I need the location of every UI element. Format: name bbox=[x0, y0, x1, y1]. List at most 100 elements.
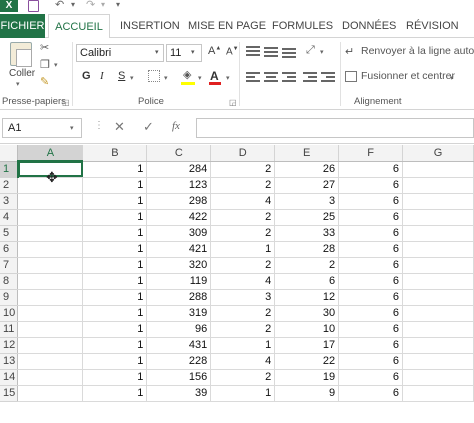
cell[interactable]: 6 bbox=[338, 193, 404, 210]
cell[interactable]: 298 bbox=[146, 193, 212, 210]
align-bottom-icon[interactable] bbox=[282, 46, 296, 58]
cell[interactable]: 25 bbox=[274, 209, 340, 226]
row-header[interactable]: 5 bbox=[0, 225, 19, 242]
cell[interactable]: 39 bbox=[146, 385, 212, 402]
select-all-corner[interactable] bbox=[0, 145, 19, 162]
cell[interactable]: 1 bbox=[82, 193, 148, 210]
cell[interactable] bbox=[402, 385, 474, 402]
tab-insertion[interactable]: INSERTION bbox=[120, 14, 180, 38]
cell[interactable]: 6 bbox=[338, 337, 404, 354]
align-left-icon[interactable] bbox=[246, 72, 260, 83]
cell[interactable] bbox=[402, 337, 474, 354]
cell[interactable]: 1 bbox=[210, 241, 276, 258]
merge-dropdown-icon[interactable]: ▾ bbox=[450, 74, 454, 82]
row-header[interactable]: 15 bbox=[0, 385, 19, 402]
cell[interactable]: 4 bbox=[210, 353, 276, 370]
cell[interactable]: 33 bbox=[274, 225, 340, 242]
cell[interactable]: 1 bbox=[82, 305, 148, 322]
align-center-icon[interactable] bbox=[264, 72, 278, 83]
cell[interactable]: 431 bbox=[146, 337, 212, 354]
row-header[interactable]: 12 bbox=[0, 337, 19, 354]
cut-icon[interactable]: ✂ bbox=[40, 41, 49, 54]
name-box-dropdown-icon[interactable]: ▾ bbox=[70, 124, 74, 132]
cell[interactable] bbox=[17, 337, 84, 354]
cell[interactable] bbox=[17, 225, 84, 242]
cell[interactable] bbox=[402, 241, 474, 258]
font-name-dropdown-icon[interactable]: ▾ bbox=[155, 48, 159, 56]
tab-accueil[interactable]: ACCUEIL bbox=[48, 14, 110, 39]
tab-formules[interactable]: FORMULES bbox=[272, 14, 333, 38]
cell[interactable]: 320 bbox=[146, 257, 212, 274]
paste-button-label[interactable]: Coller bbox=[9, 68, 35, 79]
align-middle-icon[interactable] bbox=[264, 46, 278, 57]
font-size-dropdown-icon[interactable]: ▾ bbox=[191, 48, 195, 56]
cell[interactable] bbox=[402, 353, 474, 370]
fill-color-icon[interactable]: ◈ bbox=[183, 68, 191, 81]
cell[interactable]: 2 bbox=[210, 369, 276, 386]
row-header[interactable]: 8 bbox=[0, 273, 19, 290]
cell[interactable]: 1 bbox=[82, 337, 148, 354]
cell[interactable]: 22 bbox=[274, 353, 340, 370]
cell[interactable] bbox=[17, 257, 84, 274]
cell[interactable]: 28 bbox=[274, 241, 340, 258]
redo-icon[interactable]: ↷ bbox=[86, 0, 98, 12]
cell[interactable]: 6 bbox=[338, 257, 404, 274]
cell[interactable]: 1 bbox=[210, 385, 276, 402]
column-header-c[interactable]: C bbox=[146, 145, 212, 162]
row-header[interactable]: 3 bbox=[0, 193, 19, 210]
row-header[interactable]: 4 bbox=[0, 209, 19, 226]
fill-color-dropdown-icon[interactable]: ▾ bbox=[198, 74, 202, 82]
cell[interactable] bbox=[402, 369, 474, 386]
font-color-icon[interactable]: A bbox=[210, 69, 219, 83]
row-header[interactable]: 6 bbox=[0, 241, 19, 258]
cell[interactable]: 1 bbox=[82, 385, 148, 402]
column-header-e[interactable]: E bbox=[274, 145, 340, 162]
borders-icon[interactable] bbox=[148, 70, 160, 82]
row-header[interactable]: 9 bbox=[0, 289, 19, 306]
tab-mise-en-page[interactable]: MISE EN PAGE bbox=[188, 14, 266, 38]
orientation-icon[interactable]: ⤢ bbox=[306, 44, 315, 57]
paste-dropdown-icon[interactable]: ▾ bbox=[16, 80, 20, 88]
cell[interactable]: 156 bbox=[146, 369, 212, 386]
cell[interactable]: 6 bbox=[338, 369, 404, 386]
cell[interactable]: 1 bbox=[210, 337, 276, 354]
cell[interactable] bbox=[17, 305, 84, 322]
cell[interactable]: 6 bbox=[338, 385, 404, 402]
cell[interactable] bbox=[17, 353, 84, 370]
increase-indent-icon[interactable] bbox=[321, 72, 335, 83]
cell[interactable]: 12 bbox=[274, 289, 340, 306]
cell[interactable]: 6 bbox=[338, 209, 404, 226]
font-size-select[interactable]: 11 bbox=[166, 44, 202, 62]
cell[interactable]: 1 bbox=[82, 225, 148, 242]
decrease-indent-icon[interactable] bbox=[303, 72, 317, 83]
cell[interactable]: 1 bbox=[82, 369, 148, 386]
cell[interactable] bbox=[17, 209, 84, 226]
cell[interactable] bbox=[402, 177, 474, 194]
format-painter-icon[interactable]: ✎ bbox=[40, 75, 49, 88]
cell[interactable] bbox=[402, 193, 474, 210]
cell[interactable]: 9 bbox=[274, 385, 340, 402]
align-top-icon[interactable] bbox=[246, 46, 260, 57]
formula-bar-grip-icon[interactable]: ⋮ bbox=[94, 120, 104, 131]
cell[interactable] bbox=[402, 209, 474, 226]
cell[interactable]: 1 bbox=[82, 273, 148, 290]
cell[interactable]: 10 bbox=[274, 321, 340, 338]
cell[interactable] bbox=[402, 305, 474, 322]
underline-button[interactable]: S bbox=[118, 70, 125, 82]
cell[interactable]: 2 bbox=[210, 209, 276, 226]
borders-dropdown-icon[interactable]: ▾ bbox=[164, 74, 168, 82]
cell[interactable]: 309 bbox=[146, 225, 212, 242]
cell[interactable]: 96 bbox=[146, 321, 212, 338]
cell[interactable] bbox=[17, 385, 84, 402]
formula-input[interactable] bbox=[196, 118, 474, 138]
undo-dropdown-icon[interactable]: ▾ bbox=[71, 0, 79, 12]
copy-dropdown-icon[interactable]: ▾ bbox=[54, 61, 58, 69]
cancel-icon[interactable]: ✕ bbox=[114, 119, 125, 135]
column-header-b[interactable]: B bbox=[82, 145, 148, 162]
cell[interactable] bbox=[402, 161, 474, 178]
cell[interactable] bbox=[17, 241, 84, 258]
cell[interactable] bbox=[17, 273, 84, 290]
orientation-dropdown-icon[interactable]: ▾ bbox=[320, 48, 324, 56]
cell[interactable]: 2 bbox=[210, 225, 276, 242]
cell[interactable]: 422 bbox=[146, 209, 212, 226]
